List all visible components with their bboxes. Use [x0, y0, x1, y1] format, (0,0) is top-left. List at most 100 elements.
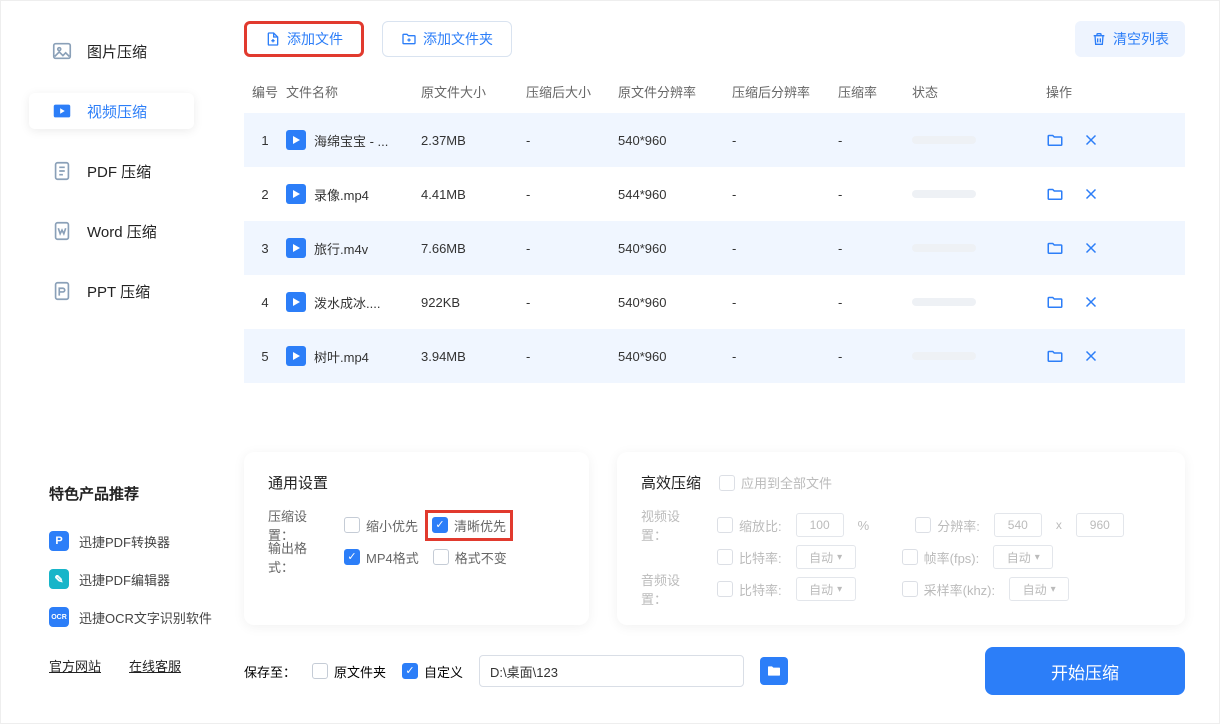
open-folder-icon[interactable] — [1046, 185, 1064, 203]
checkbox-abitrate[interactable]: 比特率: — [717, 580, 782, 599]
checkbox-vbitrate[interactable]: 比特率: — [717, 548, 782, 567]
cell-ratio: - — [838, 133, 912, 148]
chk-label: 采样率(khz): — [924, 580, 996, 599]
remove-icon[interactable] — [1082, 239, 1100, 257]
cell-name: 泼水成冰.... — [286, 292, 421, 312]
official-site-link[interactable]: 官方网站 — [49, 656, 101, 675]
cell-res: 544*960 — [618, 187, 732, 202]
chk-label: 自定义 — [424, 662, 463, 681]
bottom-bar: 保存至： 原文件夹 自定义 开始压缩 — [244, 647, 1185, 695]
res-h-input[interactable] — [1076, 513, 1124, 537]
cell-idx: 5 — [244, 349, 286, 364]
cell-after-size: - — [526, 349, 618, 364]
sidebar-item-word[interactable]: Word 压缩 — [1, 201, 226, 261]
table-row: 3旅行.m4v7.66MB-540*960-- — [244, 221, 1185, 275]
checkbox-apply-all[interactable]: 应用到全部文件 — [719, 473, 832, 492]
remove-icon[interactable] — [1082, 131, 1100, 149]
cell-ops — [1046, 185, 1185, 203]
format-label: 输出格式： — [268, 538, 330, 576]
cell-status — [912, 190, 1046, 198]
remove-icon[interactable] — [1082, 347, 1100, 365]
checkbox-resolution[interactable]: 分辨率: — [915, 516, 980, 535]
open-folder-icon[interactable] — [1046, 131, 1064, 149]
advanced-settings-panel: 高效压缩 应用到全部文件 视频设置： 缩放比: % 分辨率: x 比特率: — [617, 452, 1185, 625]
sidebar-item-pdf[interactable]: PDF 压缩 — [1, 141, 226, 201]
ppt-icon — [51, 280, 73, 302]
cell-after-res: - — [732, 133, 838, 148]
browse-folder-button[interactable] — [760, 657, 788, 685]
add-folder-button[interactable]: 添加文件夹 — [382, 21, 512, 57]
recommend-item-pdf-editor[interactable]: ✎ 迅捷PDF编辑器 — [1, 560, 226, 598]
chk-label: 分辨率: — [937, 516, 980, 535]
chk-label: 清晰优先 — [454, 516, 506, 535]
abitrate-select[interactable]: 自动 — [796, 577, 856, 601]
add-folder-label: 添加文件夹 — [423, 29, 493, 49]
support-link[interactable]: 在线客服 — [129, 656, 181, 675]
cell-size: 7.66MB — [421, 241, 526, 256]
play-icon — [286, 292, 306, 312]
checkbox-scale[interactable]: 缩放比: — [717, 516, 782, 535]
chk-label: 应用到全部文件 — [741, 473, 832, 492]
cell-size: 3.94MB — [421, 349, 526, 364]
pdf-editor-icon: ✎ — [49, 569, 69, 589]
file-name: 旅行.m4v — [314, 239, 368, 258]
cell-size: 922KB — [421, 295, 526, 310]
cell-idx: 2 — [244, 187, 286, 202]
res-w-input[interactable] — [994, 513, 1042, 537]
add-file-label: 添加文件 — [287, 29, 343, 49]
sidebar-item-video[interactable]: 视频压缩 — [1, 81, 226, 141]
cell-name: 录像.mp4 — [286, 184, 421, 204]
remove-icon[interactable] — [1082, 293, 1100, 311]
open-folder-icon[interactable] — [1046, 347, 1064, 365]
clear-list-button[interactable]: 清空列表 — [1075, 21, 1185, 57]
chk-label: 缩小优先 — [366, 516, 418, 535]
table-row: 4泼水成冰....922KB-540*960-- — [244, 275, 1185, 329]
checkbox-shrink-priority[interactable]: 缩小优先 — [344, 516, 418, 535]
file-name: 录像.mp4 — [314, 185, 369, 204]
checkbox-mp4-format[interactable]: MP4格式 — [344, 548, 419, 567]
vbitrate-select[interactable]: 自动 — [796, 545, 856, 569]
remove-icon[interactable] — [1082, 185, 1100, 203]
checkbox-fps[interactable]: 帧率(fps): — [902, 548, 980, 567]
save-path-input[interactable] — [479, 655, 744, 687]
file-name: 海绵宝宝 - ... — [314, 131, 388, 150]
start-compress-button[interactable]: 开始压缩 — [985, 647, 1185, 695]
cell-status — [912, 298, 1046, 306]
sample-select[interactable]: 自动 — [1009, 577, 1069, 601]
recommend-item-ocr[interactable]: OCR 迅捷OCR文字识别软件 — [1, 598, 226, 636]
scale-input[interactable] — [796, 513, 844, 537]
recommend-item-pdf-converter[interactable]: P 迅捷PDF转换器 — [1, 522, 226, 560]
pdf-icon — [51, 160, 73, 182]
cell-res: 540*960 — [618, 241, 732, 256]
col-ratio: 压缩率 — [838, 82, 912, 101]
table-header: 编号 文件名称 原文件大小 压缩后大小 原文件分辨率 压缩后分辨率 压缩率 状态… — [244, 69, 1185, 113]
cell-size: 2.37MB — [421, 133, 526, 148]
open-folder-icon[interactable] — [1046, 293, 1064, 311]
cell-status — [912, 136, 1046, 144]
chk-label: MP4格式 — [366, 548, 419, 567]
cell-after-size: - — [526, 295, 618, 310]
checkbox-save-custom[interactable]: 自定义 — [402, 662, 463, 681]
cell-name: 海绵宝宝 - ... — [286, 130, 421, 150]
col-after-size: 压缩后大小 — [526, 82, 618, 101]
table-row: 2录像.mp44.41MB-544*960-- — [244, 167, 1185, 221]
add-file-button[interactable]: 添加文件 — [244, 21, 364, 57]
open-folder-icon[interactable] — [1046, 239, 1064, 257]
video-icon — [51, 100, 73, 122]
cell-idx: 1 — [244, 133, 286, 148]
recommend-label: 迅捷OCR文字识别软件 — [79, 608, 212, 627]
sidebar-item-image[interactable]: 图片压缩 — [1, 21, 226, 81]
cell-after-res: - — [732, 349, 838, 364]
advanced-title: 高效压缩 — [641, 472, 701, 493]
checkbox-clarity-priority[interactable]: 清晰优先 — [432, 516, 506, 535]
audio-set-label: 音频设置： — [641, 570, 703, 608]
folder-add-icon — [401, 31, 417, 47]
checkbox-sample[interactable]: 采样率(khz): — [902, 580, 996, 599]
cell-size: 4.41MB — [421, 187, 526, 202]
fps-select[interactable]: 自动 — [993, 545, 1053, 569]
sidebar-item-label: PDF 压缩 — [87, 161, 151, 182]
checkbox-keep-format[interactable]: 格式不变 — [433, 548, 507, 567]
sidebar-item-ppt[interactable]: PPT 压缩 — [1, 261, 226, 321]
checkbox-save-original[interactable]: 原文件夹 — [312, 662, 386, 681]
cell-name: 树叶.mp4 — [286, 346, 421, 366]
